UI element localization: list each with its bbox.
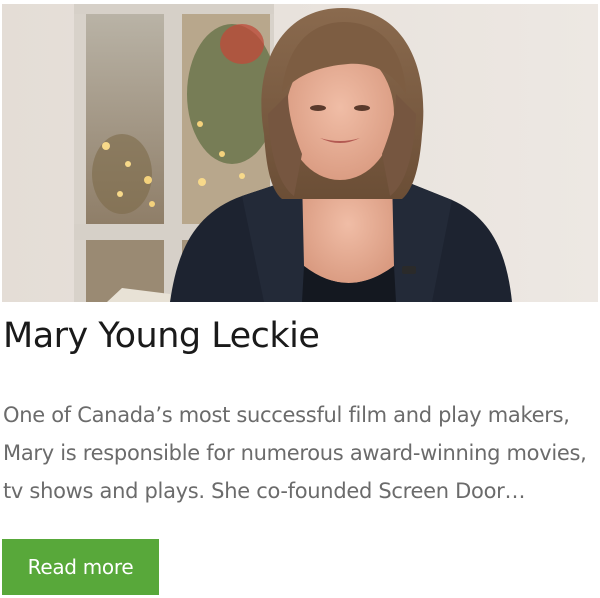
article-title: Mary Young Leckie xyxy=(3,316,320,356)
read-more-button[interactable]: Read more xyxy=(2,539,159,595)
article-photo[interactable] xyxy=(2,4,598,302)
article-card: Mary Young Leckie One of Canada’s most s… xyxy=(0,0,600,598)
article-excerpt: One of Canada’s most successful film and… xyxy=(3,403,587,503)
